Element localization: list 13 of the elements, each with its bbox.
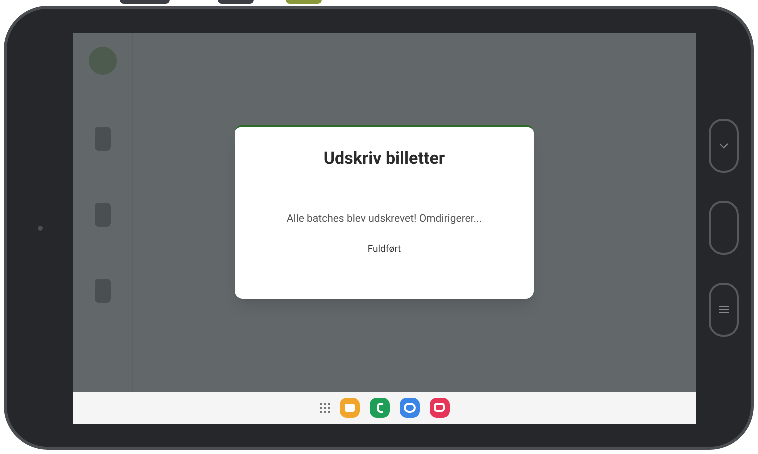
apps-grid-icon[interactable]	[320, 402, 330, 412]
folder-icon[interactable]	[340, 398, 360, 418]
menu-button[interactable]	[708, 283, 738, 337]
dialog-title: Udskriv billetter	[324, 148, 446, 171]
phone-icon[interactable]	[370, 398, 390, 418]
camera-app-icon[interactable]	[430, 398, 450, 418]
home-button[interactable]	[708, 201, 738, 255]
chat-icon[interactable]	[400, 398, 420, 418]
avatar-icon	[88, 46, 116, 74]
dialog-message: Alle batches blev udskrevet! Omdirigerer...	[286, 210, 482, 226]
status-text: Fuldført	[368, 243, 402, 258]
chevron-button[interactable]	[708, 119, 738, 173]
chevron-down-icon	[718, 143, 728, 149]
